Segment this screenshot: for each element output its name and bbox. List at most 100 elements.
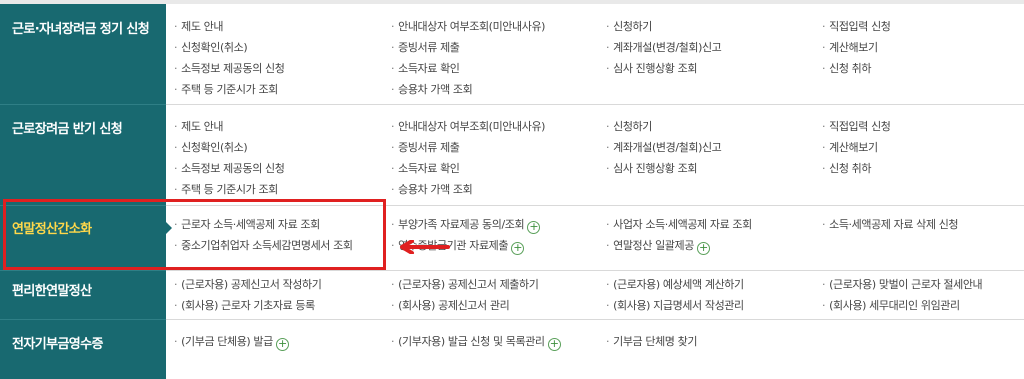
bullet-icon: · <box>822 62 826 75</box>
bullet-icon: · <box>391 183 395 196</box>
bullet-icon: · <box>391 20 395 33</box>
menu-link[interactable]: · 계산해보기 <box>822 139 878 155</box>
menu-link-label: 계산해보기 <box>829 141 878 154</box>
menu-link[interactable]: · 신청확인(취소) <box>174 139 248 155</box>
menu-link[interactable]: · 안내대상자 여부조회(미안내사유) <box>391 18 545 34</box>
left-arrow-annotation-icon <box>400 240 450 254</box>
menu-link[interactable]: · 소득자료 확인 <box>391 60 460 76</box>
menu-link[interactable]: · (회사용) 공제신고서 관리 <box>391 297 510 313</box>
menu-link[interactable]: · 신청확인(취소) <box>174 39 248 55</box>
bullet-icon: · <box>606 162 610 175</box>
menu-link[interactable]: · 소득정보 제공동의 신청 <box>174 60 285 76</box>
menu-link[interactable]: · 소득·세액공제 자료 삭제 신청 <box>822 216 959 232</box>
bullet-icon: · <box>391 299 395 312</box>
menu-link-label: 증빙서류 제출 <box>398 41 460 54</box>
bullet-icon: · <box>391 239 395 252</box>
bullet-icon: · <box>391 120 395 133</box>
menu-link[interactable]: · 소득자료 확인 <box>391 160 460 176</box>
menu-link[interactable]: · 안내대상자 여부조회(미안내사유) <box>391 118 545 134</box>
bullet-icon: · <box>606 41 610 54</box>
menu-link-label: 소득정보 제공동의 신청 <box>181 62 285 75</box>
bullet-icon: · <box>606 20 610 33</box>
section-title[interactable]: 편리한연말정산 <box>12 280 92 299</box>
bullet-icon: · <box>174 162 178 175</box>
bullet-icon: · <box>606 62 610 75</box>
menu-link[interactable]: · 계좌개설(변경/철회)신고 <box>606 139 722 155</box>
section-title[interactable]: 근로·자녀장려금 정기 신청 <box>12 18 150 37</box>
menu-link[interactable]: · 연말정산 일괄제공 + <box>606 237 710 255</box>
menu-link[interactable]: · 제도 안내 <box>174 118 223 134</box>
menu-link-label: 직접입력 신청 <box>829 20 891 33</box>
menu-link[interactable]: · 심사 진행상황 조회 <box>606 60 697 76</box>
plus-circle-icon[interactable]: + <box>275 338 289 351</box>
bullet-icon: · <box>174 41 178 54</box>
bullet-icon: · <box>822 218 826 231</box>
menu-link-label: 안내대상자 여부조회(미안내사유) <box>398 20 546 33</box>
menu-link[interactable]: · 증빙서류 제출 <box>391 39 460 55</box>
menu-link-label: 주택 등 기준시가 조회 <box>181 183 278 196</box>
menu-link[interactable]: · 기부금 단체명 찾기 <box>606 333 697 349</box>
menu-link[interactable]: · (근로자용) 맞벌이 근로자 절세안내 <box>822 276 983 292</box>
bullet-icon: · <box>391 162 395 175</box>
menu-link-label: 부양가족 자료제공 동의/조회 <box>398 218 525 231</box>
menu-link[interactable]: · 중소기업취업자 소득세감면명세서 조회 <box>174 237 353 253</box>
bullet-icon: · <box>391 83 395 96</box>
plus-circle-icon[interactable]: + <box>511 242 525 255</box>
bullet-icon: · <box>174 299 178 312</box>
menu-link-label: (회사용) 지급명세서 작성관리 <box>613 299 744 312</box>
menu-link[interactable]: · (근로자용) 공제신고서 제출하기 <box>391 276 539 292</box>
menu-link-label: 심사 진행상황 조회 <box>613 162 698 175</box>
menu-link[interactable]: · 계좌개설(변경/철회)신고 <box>606 39 722 55</box>
menu-link[interactable]: · 신청하기 <box>606 118 652 134</box>
menu-link[interactable]: · (회사용) 지급명세서 작성관리 <box>606 297 744 313</box>
section-title[interactable]: 연말정산간소화 <box>12 218 92 237</box>
menu-link[interactable]: · 신청 취하 <box>822 160 871 176</box>
menu-link[interactable]: · 신청 취하 <box>822 60 871 76</box>
menu-link[interactable]: · 심사 진행상황 조회 <box>606 160 697 176</box>
menu-link-label: 소득·세액공제 자료 삭제 신청 <box>829 218 959 231</box>
menu-link[interactable]: · 직접입력 신청 <box>822 118 891 134</box>
plus-circle-icon[interactable]: + <box>527 221 541 234</box>
menu-link[interactable]: · 직접입력 신청 <box>822 18 891 34</box>
menu-link[interactable]: · 승용차 가액 조회 <box>391 181 473 197</box>
menu-link-label: 중소기업취업자 소득세감면명세서 조회 <box>181 239 353 252</box>
bullet-icon: · <box>822 278 826 291</box>
section-label-cell: 근로장려금 반기 신청 <box>0 104 166 205</box>
menu-link[interactable]: · 주택 등 기준시가 조회 <box>174 81 278 97</box>
section-title[interactable]: 전자기부금영수증 <box>12 333 103 352</box>
menu-link-label: (기부자용) 발급 신청 및 목록관리 <box>398 335 545 348</box>
menu-link[interactable]: · 제도 안내 <box>174 18 223 34</box>
menu-link[interactable]: · (회사용) 세무대리인 위임관리 <box>822 297 960 313</box>
menu-link[interactable]: · 승용차 가액 조회 <box>391 81 473 97</box>
menu-link-label: 제도 안내 <box>181 20 224 33</box>
menu-link[interactable]: · 사업자 소득·세액공제 자료 조회 <box>606 216 752 232</box>
section-label-cell: 연말정산간소화 <box>0 205 166 270</box>
menu-link-label: 계좌개설(변경/철회)신고 <box>613 41 722 54</box>
section-label-cell: 전자기부금영수증 <box>0 319 166 379</box>
menu-link-label: 증빙서류 제출 <box>398 141 460 154</box>
menu-link[interactable]: · (기부자용) 발급 신청 및 목록관리 + <box>391 333 561 351</box>
menu-link[interactable]: · (기부금 단체용) 발급 + <box>174 333 289 351</box>
section-title[interactable]: 근로장려금 반기 신청 <box>12 118 123 137</box>
menu-link[interactable]: · 증빙서류 제출 <box>391 139 460 155</box>
bullet-icon: · <box>391 41 395 54</box>
plus-circle-icon[interactable]: + <box>547 338 561 351</box>
menu-link-label: (회사용) 공제신고서 관리 <box>398 299 510 312</box>
menu-link[interactable]: · (근로자용) 예상세액 계산하기 <box>606 276 744 292</box>
menu-link[interactable]: · 근로자 소득·세액공제 자료 조회 <box>174 216 320 232</box>
bullet-icon: · <box>174 218 178 231</box>
menu-link[interactable]: · (근로자용) 공제신고서 작성하기 <box>174 276 322 292</box>
bullet-icon: · <box>174 239 178 252</box>
menu-link[interactable]: · 부양가족 자료제공 동의/조회 + <box>391 216 541 234</box>
bullet-icon: · <box>174 141 178 154</box>
bullet-icon: · <box>822 20 826 33</box>
menu-link[interactable]: · 신청하기 <box>606 18 652 34</box>
plus-circle-icon[interactable]: + <box>696 242 710 255</box>
bullet-icon: · <box>606 218 610 231</box>
menu-link[interactable]: · 계산해보기 <box>822 39 878 55</box>
active-section-pointer-icon <box>166 222 172 234</box>
menu-link[interactable]: · 소득정보 제공동의 신청 <box>174 160 285 176</box>
menu-link-label: 신청 취하 <box>829 62 872 75</box>
menu-link[interactable]: · (회사용) 근로자 기초자료 등록 <box>174 297 315 313</box>
menu-link[interactable]: · 주택 등 기준시가 조회 <box>174 181 278 197</box>
